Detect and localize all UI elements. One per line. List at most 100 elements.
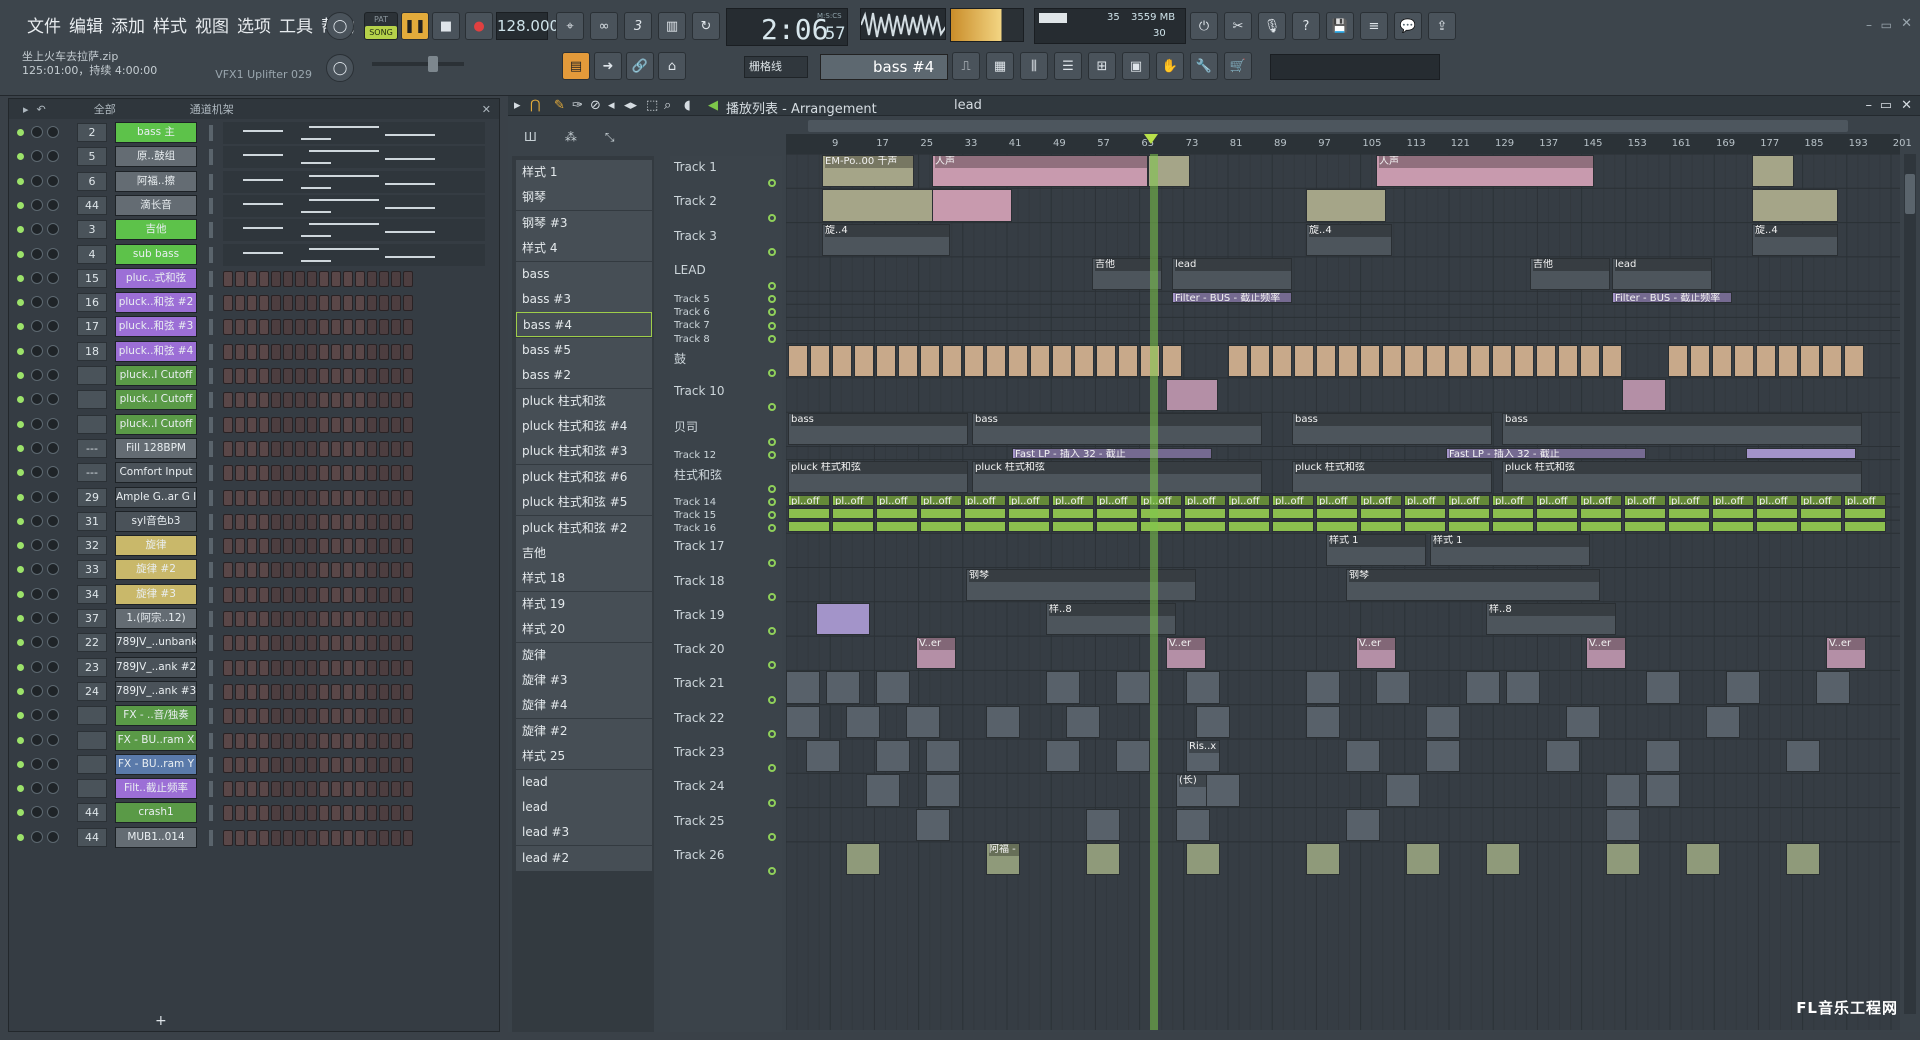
- playlist-clip[interactable]: [1668, 508, 1710, 520]
- step-button[interactable]: [331, 659, 341, 676]
- step-button[interactable]: [319, 270, 329, 287]
- playlist-clip[interactable]: [1624, 521, 1666, 533]
- channel-volume-knob[interactable]: [47, 684, 59, 697]
- playlist-clip[interactable]: 旋..4: [1306, 223, 1392, 256]
- playlist-clip[interactable]: [1030, 344, 1050, 377]
- playlist-clip[interactable]: [1228, 521, 1270, 533]
- step-button[interactable]: [367, 538, 377, 555]
- channel-select-indicator[interactable]: [209, 538, 213, 555]
- channel-name-button[interactable]: pluck..l Cutoff: [115, 389, 197, 411]
- step-button[interactable]: [259, 538, 269, 555]
- track-label[interactable]: Track 8: [674, 334, 710, 345]
- channel-enable-led[interactable]: [17, 323, 24, 331]
- step-button[interactable]: [343, 611, 353, 627]
- pattern-item[interactable]: pluck 柱式和弦 #2: [516, 515, 652, 541]
- playlist-clip[interactable]: [1118, 344, 1138, 377]
- playlist-clip[interactable]: bass: [972, 413, 1262, 446]
- channel-pan-knob[interactable]: [31, 563, 43, 576]
- channel-mixer-track[interactable]: 44: [77, 195, 107, 215]
- step-button[interactable]: [403, 513, 413, 530]
- step-button[interactable]: [259, 343, 269, 360]
- step-button[interactable]: [331, 513, 341, 530]
- playlist-clip[interactable]: [986, 344, 1006, 377]
- playlist-minimize-icon[interactable]: –: [1866, 98, 1873, 113]
- playlist-clip[interactable]: [1492, 344, 1512, 377]
- step-button[interactable]: [367, 465, 377, 482]
- track-mute-led[interactable]: [768, 798, 776, 807]
- step-button[interactable]: [259, 732, 269, 749]
- playlist-clip[interactable]: [1360, 508, 1402, 520]
- playlist-clip[interactable]: [1844, 521, 1886, 533]
- step-button[interactable]: [283, 513, 293, 530]
- step-button[interactable]: [247, 683, 257, 700]
- playlist-clip[interactable]: V..er: [1356, 637, 1396, 670]
- channel-volume-knob[interactable]: [47, 247, 59, 260]
- step-button[interactable]: [283, 465, 293, 482]
- snap-selector[interactable]: 栅格线: [744, 56, 808, 78]
- track-mute-led[interactable]: [768, 450, 776, 459]
- playlist-clip[interactable]: [876, 521, 918, 533]
- playlist-clip[interactable]: [920, 521, 962, 533]
- step-button[interactable]: [367, 368, 377, 384]
- channel-volume-knob[interactable]: [47, 320, 59, 333]
- step-button[interactable]: [223, 295, 233, 312]
- channel-piano-roll-preview[interactable]: [223, 170, 485, 193]
- playlist-clip[interactable]: 吉他: [1530, 257, 1610, 291]
- step-button[interactable]: [283, 586, 293, 603]
- track-label[interactable]: Track 26: [674, 848, 724, 862]
- step-button[interactable]: [271, 659, 281, 676]
- track-mute-led[interactable]: [768, 403, 776, 412]
- playback-tool-icon[interactable]: ◖: [684, 98, 691, 113]
- channel-volume-knob[interactable]: [47, 587, 59, 600]
- playlist-clip[interactable]: [1492, 521, 1534, 533]
- channel-volume-knob[interactable]: [47, 830, 59, 843]
- channel-enable-led[interactable]: [17, 517, 24, 525]
- channel-name-button[interactable]: 原..鼓组: [115, 146, 197, 168]
- channel-mixer-track[interactable]: [77, 754, 107, 774]
- playlist-clip[interactable]: [1228, 344, 1248, 377]
- track-mute-led[interactable]: [768, 511, 776, 520]
- step-button[interactable]: [271, 805, 281, 822]
- step-button[interactable]: [235, 319, 245, 336]
- step-button[interactable]: [307, 805, 317, 822]
- step-sequencer[interactable]: [223, 343, 413, 360]
- step-button[interactable]: [355, 562, 365, 579]
- step-button[interactable]: [343, 756, 353, 773]
- step-button[interactable]: [355, 708, 365, 725]
- pattern-item[interactable]: pluck 柱式和弦 #5: [516, 490, 652, 516]
- channel-mixer-track[interactable]: 44: [77, 827, 107, 847]
- playlist-clip[interactable]: [1140, 521, 1182, 533]
- step-button[interactable]: [295, 708, 305, 725]
- playlist-clip[interactable]: [1448, 521, 1490, 533]
- menu-file[interactable]: 文件: [24, 10, 64, 39]
- playlist-clip[interactable]: [866, 774, 900, 807]
- step-button[interactable]: [367, 586, 377, 603]
- playlist-clip[interactable]: pl..off: [1316, 494, 1358, 506]
- track-label[interactable]: Track 25: [674, 814, 724, 828]
- minimize-icon[interactable]: –: [1866, 18, 1872, 32]
- menu-view[interactable]: 视图: [192, 10, 232, 39]
- step-button[interactable]: [367, 829, 377, 846]
- playlist-clip[interactable]: pl..off: [1272, 494, 1314, 506]
- step-button[interactable]: [343, 683, 353, 700]
- channel-mixer-track[interactable]: [77, 730, 107, 750]
- channel-name-button[interactable]: pluc..式和弦: [115, 267, 197, 289]
- playlist-clip[interactable]: [1486, 842, 1520, 876]
- channel-enable-led[interactable]: [17, 493, 24, 501]
- step-button[interactable]: [223, 368, 233, 384]
- channel-name-button[interactable]: 1.(阿宗..12): [115, 608, 197, 629]
- wait-for-input-button[interactable]: ∞: [590, 12, 618, 40]
- step-button[interactable]: [223, 732, 233, 749]
- step-button[interactable]: [259, 295, 269, 312]
- step-button[interactable]: [319, 805, 329, 822]
- step-sequencer[interactable]: [223, 659, 413, 676]
- step-button[interactable]: [307, 416, 317, 433]
- pattern-item[interactable]: pluck 柱式和弦 #6: [516, 464, 652, 490]
- pattern-item[interactable]: 样式 25: [516, 744, 652, 770]
- step-button[interactable]: [319, 586, 329, 603]
- menu-add[interactable]: 添加: [108, 10, 148, 39]
- step-edit-button[interactable]: ▥: [658, 12, 686, 40]
- step-button[interactable]: [355, 270, 365, 287]
- step-button[interactable]: [367, 416, 377, 433]
- channel-volume-knob[interactable]: [47, 490, 59, 503]
